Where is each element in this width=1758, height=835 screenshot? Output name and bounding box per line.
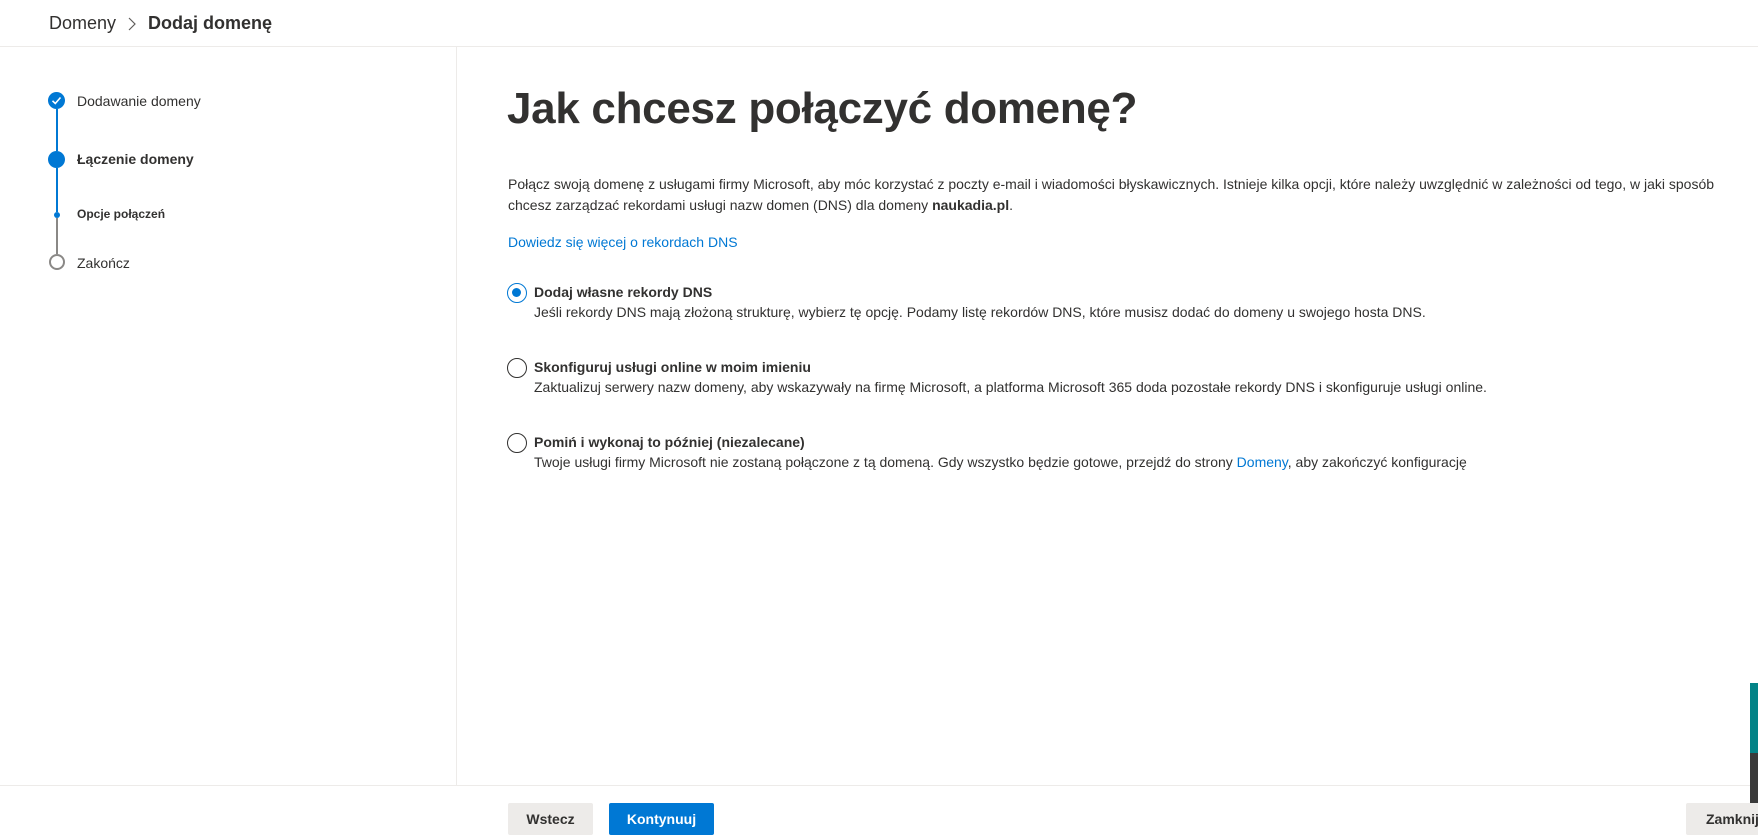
option-description-end: , aby zakończyć konfigurację — [1287, 454, 1467, 470]
page-title-breadcrumb: Dodaj domenę — [148, 13, 273, 33]
back-button[interactable]: Wstecz — [508, 803, 593, 835]
domain-name: naukadia.pl — [932, 197, 1010, 213]
radio-skip-later[interactable] — [507, 433, 527, 453]
step-add-domain[interactable]: Dodawanie domeny — [77, 93, 201, 109]
breadcrumb-domains-link[interactable]: Domeny — [49, 13, 116, 34]
breadcrumb: Domeny Dodaj domenę — [0, 0, 1758, 47]
option-title[interactable]: Pomiń i wykonaj to później (niezalecane) — [534, 434, 805, 450]
option-skip-later[interactable]: Pomiń i wykonaj to później (niezalecane)… — [507, 432, 1747, 476]
option-configure-online-services[interactable]: Skonfiguruj usługi online w moim imieniu… — [507, 357, 1747, 401]
step-completed-check-icon — [48, 92, 65, 109]
step-connector — [56, 109, 58, 151]
step-current-dot-icon — [48, 151, 65, 168]
feedback-tab-accent — [1750, 683, 1758, 753]
substep-connection-options[interactable]: Opcje połączeń — [77, 207, 165, 221]
option-add-own-dns[interactable]: Dodaj własne rekordy DNS Jeśli rekordy D… — [507, 282, 1747, 326]
chevron-right-icon — [128, 17, 136, 31]
learn-more-dns-link[interactable]: Dowiedz się więcej o rekordach DNS — [508, 234, 738, 250]
option-description: Jeśli rekordy DNS mają złożoną strukturę… — [534, 304, 1426, 320]
page-description: Połącz swoją domenę z usługami firmy Mic… — [508, 174, 1753, 216]
page-title: Jak chcesz połączyć domenę? — [507, 84, 1138, 133]
substep-dot-icon — [54, 212, 60, 218]
option-title[interactable]: Skonfiguruj usługi online w moim imieniu — [534, 359, 811, 375]
radio-configure-online-services[interactable] — [507, 358, 527, 378]
step-pending-circle-icon — [49, 254, 65, 270]
radio-add-own-dns[interactable] — [507, 283, 527, 303]
option-description: Twoje usługi firmy Microsoft nie zostaną… — [534, 454, 1467, 470]
footer-bar — [0, 785, 1758, 835]
close-button[interactable]: Zamknij — [1686, 803, 1758, 835]
step-connect-domain[interactable]: Łączenie domeny — [77, 151, 194, 167]
step-connector — [56, 168, 58, 212]
description-text: Połącz swoją domenę z usługami firmy Mic… — [508, 176, 1715, 213]
option-description: Zaktualizuj serwery nazw domeny, aby wsk… — [534, 379, 1487, 395]
option-description-text: Twoje usługi firmy Microsoft nie zostaną… — [534, 454, 1237, 470]
option-title[interactable]: Dodaj własne rekordy DNS — [534, 284, 712, 300]
continue-button[interactable]: Kontynuuj — [609, 803, 714, 835]
wizard-panel — [0, 47, 457, 785]
step-connector — [56, 218, 58, 254]
step-finish: Zakończ — [77, 255, 130, 271]
domains-page-link[interactable]: Domeny — [1237, 454, 1288, 470]
description-end: . — [1009, 197, 1013, 213]
